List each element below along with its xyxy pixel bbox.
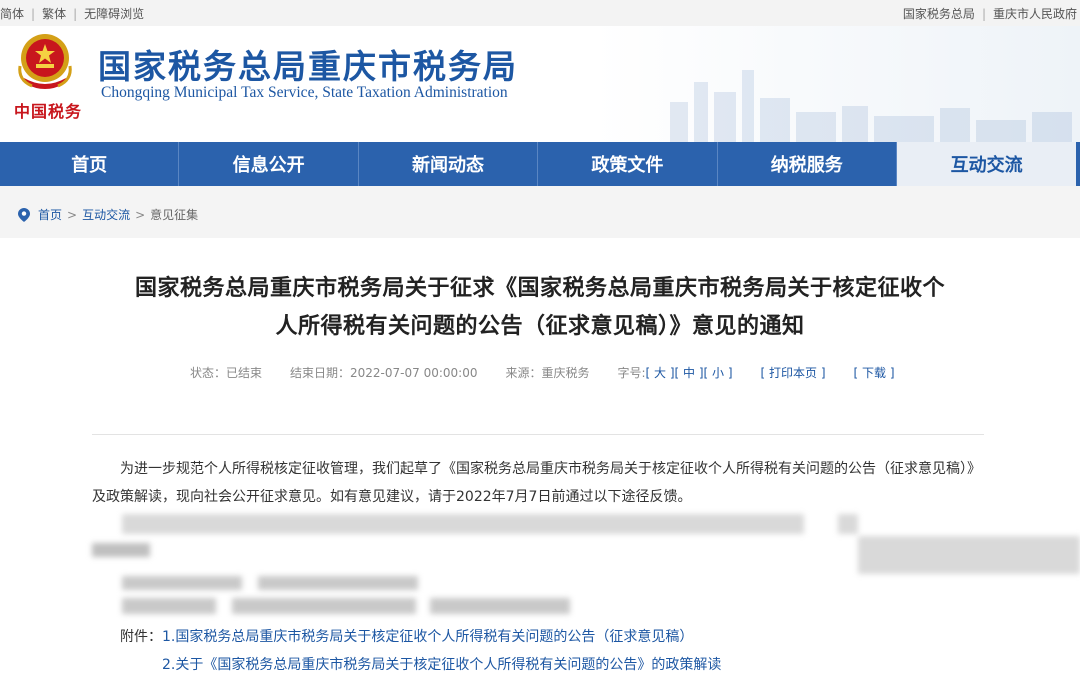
breadcrumb-separator: > bbox=[67, 207, 78, 222]
nav-item-home[interactable]: 首页 bbox=[0, 142, 180, 186]
traditional-chinese-link[interactable]: 繁体 bbox=[42, 5, 66, 22]
main-nav: 首页 信息公开 新闻动态 政策文件 纳税服务 互动交流 bbox=[0, 142, 1080, 186]
article-title-line: 人所得税有关问题的公告（征求意见稿）》意见的通知 bbox=[275, 314, 805, 339]
font-size-label: 字号: bbox=[617, 366, 646, 380]
article-paragraph: 为进一步规范个人所得税核定征收管理，我们起草了《国家税务总局重庆市税务局关于核定… bbox=[92, 461, 981, 505]
nav-item-policy[interactable]: 政策文件 bbox=[538, 142, 718, 186]
chongqing-gov-link[interactable]: 重庆市人民政府 bbox=[993, 5, 1077, 22]
font-size-medium-button[interactable]: [ 中 ] bbox=[675, 364, 704, 381]
separator: | bbox=[31, 6, 36, 21]
separator: | bbox=[73, 6, 78, 21]
site-title[interactable]: 国家税务总局重庆市税务局 bbox=[98, 40, 518, 88]
source-label: 来源：重庆税务 bbox=[505, 366, 590, 380]
attachment-link-2[interactable]: 2.关于《国家税务总局重庆市税务局关于核定征收个人所得税有关问题的公告》的政策解… bbox=[162, 657, 721, 673]
attachments: 附件：1.国家税务总局重庆市税务局关于核定征收个人所得税有关问题的公告（征求意见… bbox=[120, 626, 693, 646]
breadcrumb-current: 意见征集 bbox=[150, 208, 199, 222]
top-utility-bar: 简体 | 繁体 | 无障碍浏览 国家税务总局 | 重庆市人民政府 bbox=[0, 0, 1080, 26]
accessible-browse-link[interactable]: 无障碍浏览 bbox=[84, 5, 144, 22]
article-meta: 状态：已结束 结束日期：2022-07-07 00:00:00 来源：重庆税务 … bbox=[190, 364, 895, 381]
attachment-link-1[interactable]: 1.国家税务总局重庆市税务局关于核定征收个人所得税有关问题的公告（征求意见稿） bbox=[162, 629, 693, 645]
nav-item-info-disclosure[interactable]: 信息公开 bbox=[179, 142, 359, 186]
breadcrumb: 首页 > 互动交流 > 意见征集 bbox=[18, 206, 198, 223]
end-date-label: 结束日期：2022-07-07 00:00:00 bbox=[290, 366, 478, 380]
location-pin-icon bbox=[18, 207, 30, 222]
national-emblem-icon bbox=[18, 34, 72, 89]
separator: | bbox=[981, 6, 986, 21]
china-tax-brand: 中国税务 bbox=[14, 102, 83, 121]
article-title: 国家税务总局重庆市税务局关于征求《国家税务总局重庆市税务局关于核定征收个 人所得… bbox=[90, 270, 990, 346]
font-size-small-button[interactable]: [ 小 ] bbox=[704, 364, 733, 381]
nav-item-tax-service[interactable]: 纳税服务 bbox=[718, 142, 897, 186]
content-divider bbox=[92, 434, 984, 435]
site-subtitle: Chongqing Municipal Tax Service, State T… bbox=[101, 84, 508, 101]
simplified-chinese-link[interactable]: 简体 bbox=[0, 5, 24, 22]
breadcrumb-home[interactable]: 首页 bbox=[38, 206, 62, 223]
download-button[interactable]: [ 下载 ] bbox=[854, 364, 895, 381]
site-header: 中国税务 国家税务总局重庆市税务局 Chongqing Municipal Ta… bbox=[0, 26, 1080, 142]
skyline-decoration bbox=[670, 70, 1072, 142]
article-title-line: 国家税务总局重庆市税务局关于征求《国家税务总局重庆市税务局关于核定征收个 bbox=[134, 276, 945, 301]
font-size-large-button[interactable]: [ 大 ] bbox=[646, 364, 675, 381]
print-page-button[interactable]: [ 打印本页 ] bbox=[761, 364, 826, 381]
breadcrumb-bar: 首页 > 互动交流 > 意见征集 bbox=[0, 186, 1080, 238]
breadcrumb-separator: > bbox=[135, 207, 146, 222]
state-taxation-link[interactable]: 国家税务总局 bbox=[903, 5, 975, 22]
nav-item-news[interactable]: 新闻动态 bbox=[359, 142, 539, 186]
nav-item-interaction[interactable]: 互动交流 bbox=[896, 142, 1077, 186]
status-label: 状态：已结束 bbox=[190, 366, 263, 380]
attachments-second: 2.关于《国家税务总局重庆市税务局关于核定征收个人所得税有关问题的公告》的政策解… bbox=[162, 654, 721, 674]
breadcrumb-section[interactable]: 互动交流 bbox=[82, 206, 130, 223]
attachments-label: 附件： bbox=[120, 629, 162, 645]
